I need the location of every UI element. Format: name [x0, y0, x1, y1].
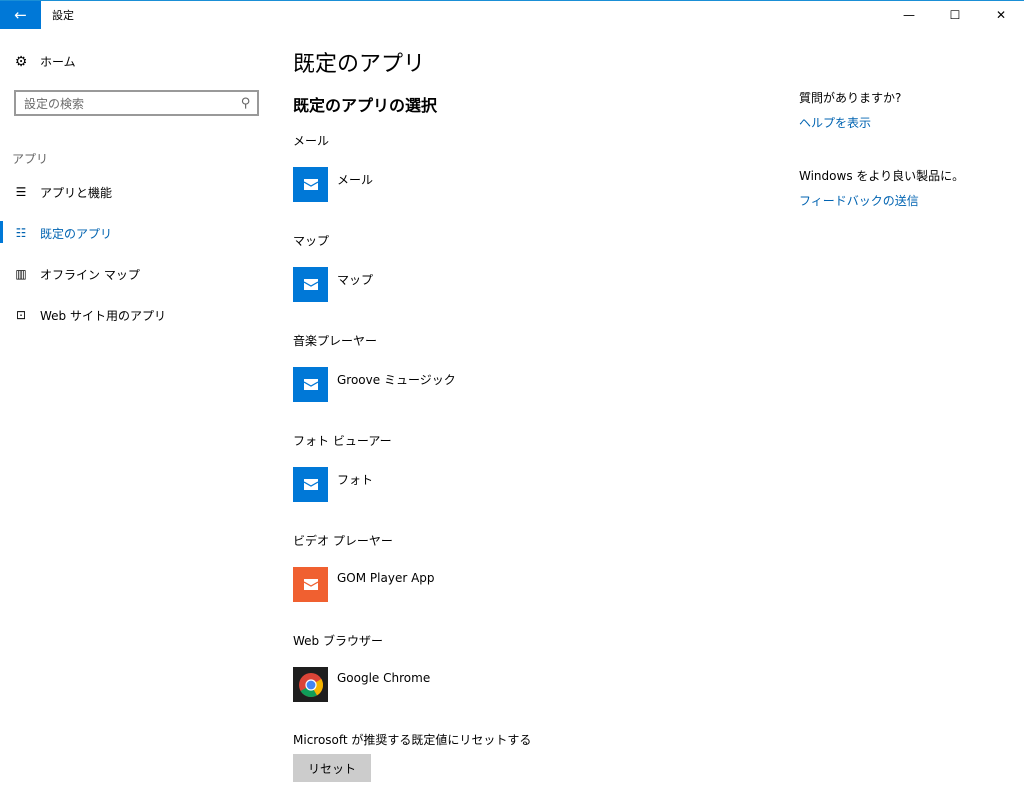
feedback-prompt: Windows をより良い製品に。 [799, 169, 965, 183]
maximize-icon: ☐ [949, 8, 961, 22]
category-label: フォト ビューアー [293, 434, 392, 448]
app-name: Groove ミュージック [337, 373, 456, 387]
sidebar-item-default-apps[interactable]: ☷ 既定のアプリ [0, 218, 275, 248]
app-name: フォト [337, 473, 374, 487]
close-button[interactable]: ✕ [978, 1, 1024, 29]
sidebar: ⚙ ホーム 設定の検索 ⚲ アプリ ☰ アプリと機能 ☷ 既定のアプリ ▥ オフ… [0, 29, 275, 795]
mail-app-icon [293, 167, 328, 202]
category-label: 音楽プレーヤー [293, 334, 378, 348]
default-app-picker[interactable]: マップ [293, 267, 713, 302]
gom-player-app-icon [293, 567, 328, 602]
default-app-category-maps: マップ マップ [293, 232, 713, 302]
default-app-category-mail: メール メール [293, 132, 713, 202]
web-app-icon: ⊡ [15, 308, 27, 322]
app-name: メール [337, 173, 374, 187]
window-controls: — ☐ ✕ [886, 1, 1024, 29]
question-text: 質問がありますか? [799, 91, 902, 105]
category-label: ビデオ プレーヤー [293, 534, 393, 548]
list-icon: ☰ [15, 185, 27, 199]
search-placeholder: 設定の検索 [24, 96, 85, 111]
section-title: 既定のアプリの選択 [293, 96, 438, 115]
back-button[interactable]: ← [0, 1, 41, 29]
sidebar-item-apps-for-websites[interactable]: ⊡ Web サイト用のアプリ [0, 300, 275, 330]
sidebar-item-label: アプリと機能 [40, 185, 113, 200]
map-icon: ▥ [15, 267, 27, 281]
default-app-category-browser: Web ブラウザー Google Chrome [293, 632, 713, 702]
maps-app-icon [293, 267, 328, 302]
sidebar-item-offline-maps[interactable]: ▥ オフライン マップ [0, 259, 275, 289]
minimize-button[interactable]: — [886, 1, 932, 29]
app-name: マップ [337, 273, 374, 287]
default-app-picker[interactable]: フォト [293, 467, 713, 502]
feedback-link[interactable]: フィードバックの送信 [799, 192, 1019, 209]
photos-app-icon [293, 467, 328, 502]
right-panel: 質問がありますか? ヘルプを表示 Windows をより良い製品に。 フィードバ… [799, 89, 1019, 209]
sidebar-item-label: オフライン マップ [40, 267, 140, 282]
default-app-category-music: 音楽プレーヤー Groove ミュージック [293, 332, 713, 402]
default-list-icon: ☷ [15, 226, 27, 240]
app-name: Google Chrome [337, 671, 431, 685]
reset-label: Microsoft が推奨する既定値にリセットする [293, 733, 532, 747]
sidebar-section-label: アプリ [12, 152, 49, 166]
default-app-picker[interactable]: メール [293, 167, 713, 202]
window-title: 設定 [52, 9, 74, 22]
search-icon[interactable]: ⚲ [241, 96, 251, 111]
default-app-picker[interactable]: Google Chrome [293, 667, 713, 702]
sidebar-home[interactable]: ⚙ ホーム [12, 53, 76, 70]
chrome-icon [293, 667, 328, 702]
settings-window: ← 設定 — ☐ ✕ ⚙ ホーム 設定の検索 ⚲ アプリ ☰ アプリと機能 ☷ … [0, 0, 1024, 795]
default-app-picker[interactable]: Groove ミュージック [293, 367, 713, 402]
category-label: メール [293, 134, 330, 148]
maximize-button[interactable]: ☐ [932, 1, 978, 29]
default-app-category-photo: フォト ビューアー フォト [293, 432, 713, 502]
reset-button[interactable]: リセット [293, 754, 371, 782]
category-label: Web ブラウザー [293, 634, 383, 648]
sidebar-item-apps-features[interactable]: ☰ アプリと機能 [0, 177, 275, 207]
gear-icon: ⚙ [14, 53, 28, 70]
groove-app-icon [293, 367, 328, 402]
search-input[interactable]: 設定の検索 ⚲ [14, 90, 259, 116]
help-link[interactable]: ヘルプを表示 [799, 114, 1019, 131]
category-label: マップ [293, 234, 330, 248]
sidebar-item-label: Web サイト用のアプリ [40, 308, 166, 323]
sidebar-item-label: 既定のアプリ [40, 226, 113, 241]
default-app-category-video: ビデオ プレーヤー GOM Player App [293, 532, 713, 602]
default-app-picker[interactable]: GOM Player App [293, 567, 713, 602]
sidebar-home-label: ホーム [40, 55, 76, 69]
page-title: 既定のアプリ [293, 52, 426, 77]
title-bar: ← 設定 — ☐ ✕ [0, 1, 1024, 29]
back-arrow-icon: ← [14, 6, 27, 24]
app-name: GOM Player App [337, 571, 435, 585]
close-icon: ✕ [995, 8, 1007, 22]
minimize-icon: — [903, 8, 915, 22]
